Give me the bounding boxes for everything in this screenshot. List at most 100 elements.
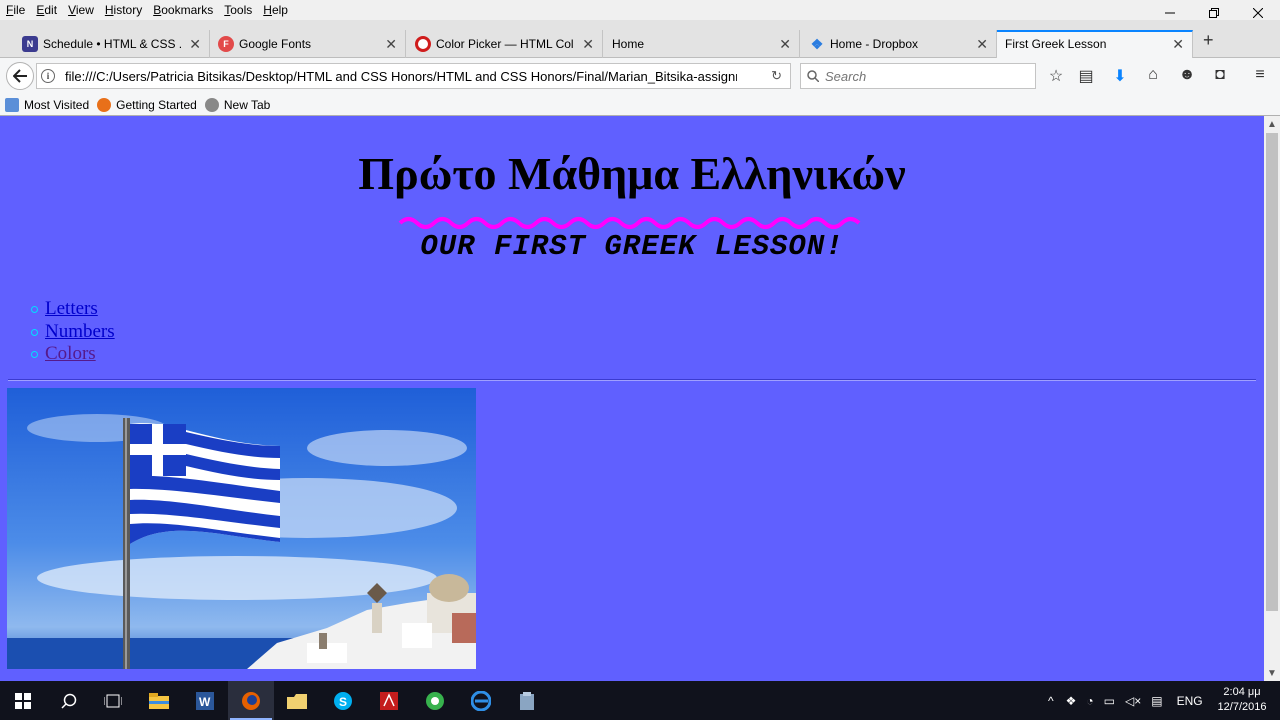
bookmark-getting-started[interactable]: Getting Started xyxy=(97,97,197,112)
tab-dropbox[interactable]: ❖ Home - Dropbox ✕ xyxy=(787,30,997,58)
folder-icon xyxy=(5,97,19,112)
list-item: Letters xyxy=(31,298,115,321)
search-bar[interactable] xyxy=(800,63,1036,89)
menu-bar: File Edit View History Bookmarks Tools H… xyxy=(0,0,1280,20)
back-button[interactable] xyxy=(6,62,34,90)
search-icon[interactable] xyxy=(46,681,92,720)
reading-list-icon[interactable]: ▤ xyxy=(1076,66,1096,86)
reload-icon[interactable]: ↻ xyxy=(771,68,782,84)
hello-chat-icon[interactable]: ☻ xyxy=(1177,66,1197,84)
greek-flag-photo xyxy=(7,388,476,669)
globe-icon xyxy=(204,97,219,112)
downloads-icon[interactable]: ⬇ xyxy=(1110,66,1130,86)
google-fonts-icon: F xyxy=(218,36,234,52)
clock[interactable]: 2:04 μμ 12/7/2016 xyxy=(1210,685,1274,715)
tab-first-greek-lesson[interactable]: First Greek Lesson ✕ xyxy=(997,30,1193,58)
info-icon[interactable]: i xyxy=(41,69,55,83)
restore-icon xyxy=(1209,8,1219,18)
horizontal-rule xyxy=(8,379,1256,381)
new-tab-button[interactable]: + xyxy=(1203,30,1214,51)
page-title: Πρώτο Μάθημα Ελληνικών xyxy=(358,148,906,199)
clock-time: 2:04 μμ xyxy=(1223,686,1261,698)
language-indicator[interactable]: ENG xyxy=(1177,694,1203,708)
search-icon xyxy=(807,70,819,82)
task-view-icon[interactable] xyxy=(90,681,136,720)
firefox-icon[interactable] xyxy=(228,681,274,720)
colors-link[interactable]: Colors xyxy=(45,343,96,364)
numbers-link[interactable]: Numbers xyxy=(45,321,115,342)
acrobat-icon[interactable] xyxy=(366,681,412,720)
tab-label: Schedule • HTML & CSS ... xyxy=(43,37,181,51)
bookmark-most-visited[interactable]: Most Visited xyxy=(5,97,90,112)
app-icon[interactable] xyxy=(412,681,458,720)
windows-start-icon[interactable] xyxy=(0,681,46,720)
svg-text:S: S xyxy=(339,695,347,709)
lesson-nav-list: Letters Numbers Colors xyxy=(31,298,115,366)
file-explorer-icon[interactable] xyxy=(136,681,182,720)
tab-label: First Greek Lesson xyxy=(1005,37,1107,51)
tab-color-picker[interactable]: Color Picker — HTML Col... ✕ xyxy=(393,30,603,58)
system-tray: ^ ❖ ◔ ▭ ◁× ▤ ENG xyxy=(1048,681,1203,720)
scroll-down-arrow-icon[interactable]: ▼ xyxy=(1264,665,1280,681)
windows-taskbar: W S ^ ❖ ◔ ▭ ◁× ▤ ENG 2:04 μμ 12/7/2016 xyxy=(0,681,1280,720)
tab-strip: N Schedule • HTML & CSS ... ✕ F Google F… xyxy=(0,20,1280,58)
folder-icon[interactable] xyxy=(274,681,320,720)
dropbox-tray-icon[interactable]: ❖ xyxy=(1066,694,1077,708)
close-icon xyxy=(1253,8,1263,18)
bookmark-label: Most Visited xyxy=(24,97,90,112)
onenote-icon: N xyxy=(22,36,38,52)
tab-google-fonts[interactable]: F Google Fonts ✕ xyxy=(196,30,406,58)
app-icon-2[interactable] xyxy=(504,681,550,720)
wifi-icon[interactable]: ◔ xyxy=(1086,694,1093,708)
word-icon[interactable]: W xyxy=(182,681,228,720)
page-subtitle: OUR FIRST GREEK LESSON! xyxy=(420,230,844,263)
url-bar[interactable]: i file:///C:/Users/Patricia Bitsikas/Des… xyxy=(36,63,791,89)
bookmark-star-icon[interactable]: ☆ xyxy=(1046,66,1066,86)
url-text[interactable]: file:///C:/Users/Patricia Bitsikas/Deskt… xyxy=(65,69,737,84)
menu-file[interactable]: File xyxy=(6,3,25,17)
show-hidden-icons-icon[interactable]: ^ xyxy=(1048,694,1054,708)
clock-date: 12/7/2016 xyxy=(1217,701,1267,713)
list-item: Numbers xyxy=(31,321,115,344)
scroll-up-arrow-icon[interactable]: ▲ xyxy=(1264,116,1280,132)
back-arrow-icon xyxy=(13,69,27,83)
letters-link[interactable]: Letters xyxy=(45,298,98,319)
scrollbar-thumb[interactable] xyxy=(1266,133,1278,611)
close-tab-icon[interactable]: ✕ xyxy=(1172,36,1184,53)
skype-icon[interactable]: S xyxy=(320,681,366,720)
tab-label: Color Picker — HTML Col... xyxy=(436,37,574,51)
battery-icon[interactable]: ▭ xyxy=(1104,694,1115,708)
tab-home[interactable]: Home ✕ xyxy=(590,30,800,58)
tab-label: Google Fonts xyxy=(239,37,312,51)
menu-help[interactable]: Help xyxy=(263,3,288,17)
bookmarks-toolbar: Most Visited Getting Started New Tab xyxy=(0,94,1280,116)
bookmark-new-tab[interactable]: New Tab xyxy=(204,97,271,112)
menu-history[interactable]: History xyxy=(105,3,142,17)
page-content: Πρώτο Μάθημα Ελληνικών OUR FIRST GREEK L… xyxy=(0,116,1264,681)
minimize-icon xyxy=(1165,12,1175,14)
volume-icon[interactable]: ◁× xyxy=(1125,694,1141,708)
menu-bookmarks[interactable]: Bookmarks xyxy=(153,3,213,17)
bookmark-label: Getting Started xyxy=(116,97,197,112)
tab-label: Home - Dropbox xyxy=(830,37,919,51)
menu-view[interactable]: View xyxy=(68,3,94,17)
vertical-scrollbar[interactable]: ▲ ▼ xyxy=(1264,116,1280,681)
navigation-toolbar: i file:///C:/Users/Patricia Bitsikas/Des… xyxy=(0,58,1280,94)
close-tab-icon[interactable]: ✕ xyxy=(976,36,988,53)
pocket-icon[interactable]: ◘ xyxy=(1210,66,1230,84)
tab-schedule[interactable]: N Schedule • HTML & CSS ... ✕ xyxy=(0,30,210,58)
color-picker-icon xyxy=(415,36,431,52)
menu-edit[interactable]: Edit xyxy=(36,3,57,17)
edge-icon[interactable] xyxy=(458,681,504,720)
home-icon[interactable]: ⌂ xyxy=(1143,66,1163,84)
tab-label: Home xyxy=(612,37,645,51)
firefox-icon xyxy=(97,97,112,112)
bookmark-label: New Tab xyxy=(223,97,271,112)
svg-text:W: W xyxy=(199,695,211,709)
menu-tools[interactable]: Tools xyxy=(224,3,252,17)
list-item: Colors xyxy=(31,343,115,366)
search-input[interactable] xyxy=(825,68,1015,84)
dropbox-icon: ❖ xyxy=(810,35,824,52)
menu-hamburger-icon[interactable]: ≡ xyxy=(1250,66,1270,84)
notifications-icon[interactable]: ▤ xyxy=(1151,694,1162,708)
